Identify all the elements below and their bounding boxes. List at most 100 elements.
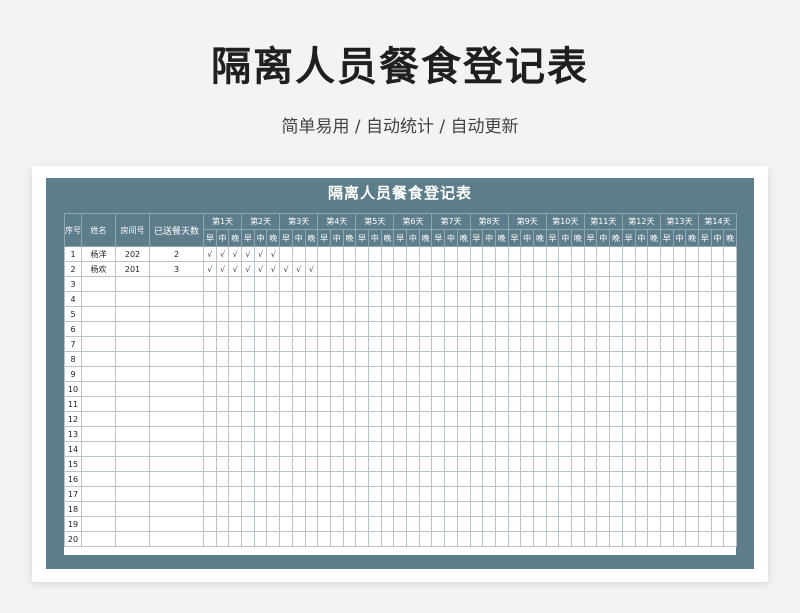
- cell-meal[interactable]: [444, 531, 458, 547]
- cell-meal[interactable]: [355, 351, 369, 367]
- cell-meal[interactable]: [672, 276, 687, 292]
- cell-meal[interactable]: [596, 471, 611, 487]
- cell-meal[interactable]: [329, 411, 344, 427]
- cell-meal[interactable]: [571, 411, 585, 427]
- cell-meal[interactable]: [520, 396, 534, 412]
- cell-meal[interactable]: [672, 486, 687, 502]
- cell-meal[interactable]: [406, 336, 420, 352]
- cell-meal[interactable]: [558, 501, 573, 517]
- cell-meal[interactable]: [215, 486, 230, 502]
- cell-meal[interactable]: [279, 336, 293, 352]
- cell-meal[interactable]: [203, 531, 217, 547]
- cell-meal[interactable]: [329, 291, 344, 307]
- cell-meal[interactable]: [507, 276, 522, 292]
- cell-meal[interactable]: [697, 501, 712, 517]
- cell-meal[interactable]: [520, 261, 534, 277]
- cell-seq[interactable]: 3: [64, 276, 82, 292]
- cell-meal[interactable]: [507, 321, 522, 337]
- cell-meal[interactable]: [609, 321, 623, 337]
- cell-meal[interactable]: [710, 291, 725, 307]
- cell-meal[interactable]: [418, 276, 433, 292]
- cell-meal[interactable]: [406, 456, 420, 472]
- cell-meal[interactable]: [710, 321, 725, 337]
- cell-meal[interactable]: [723, 381, 738, 397]
- cell-meal[interactable]: [431, 276, 446, 292]
- cell-meal[interactable]: [342, 291, 357, 307]
- cell-meal[interactable]: [406, 396, 420, 412]
- cell-meal[interactable]: [418, 396, 433, 412]
- cell-meal[interactable]: [456, 336, 471, 352]
- cell-meal[interactable]: [621, 306, 636, 322]
- cell-meal[interactable]: [621, 291, 636, 307]
- cell-meal[interactable]: [533, 291, 547, 307]
- cell-meal[interactable]: [215, 276, 230, 292]
- cell-meal[interactable]: [342, 441, 357, 457]
- cell-meal[interactable]: [203, 351, 217, 367]
- cell-meal[interactable]: [291, 426, 306, 442]
- cell-meal[interactable]: [342, 531, 357, 547]
- cell-meal[interactable]: [418, 366, 433, 382]
- cell-meal[interactable]: [609, 276, 623, 292]
- cell-meal[interactable]: [215, 396, 230, 412]
- cell-meal[interactable]: [507, 291, 522, 307]
- cell-meal[interactable]: [533, 516, 547, 532]
- cell-meal[interactable]: [685, 396, 699, 412]
- cell-meal[interactable]: [304, 396, 319, 412]
- cell-meal[interactable]: [507, 426, 522, 442]
- cell-meal[interactable]: [253, 471, 268, 487]
- cell-meal[interactable]: [545, 291, 560, 307]
- cell-meal[interactable]: [634, 396, 649, 412]
- cell-days[interactable]: [149, 501, 204, 517]
- cell-meal[interactable]: [469, 366, 484, 382]
- cell-meal[interactable]: [355, 456, 369, 472]
- cell-meal[interactable]: [723, 336, 738, 352]
- cell-meal[interactable]: [203, 396, 217, 412]
- cell-meal[interactable]: [431, 501, 446, 517]
- cell-meal[interactable]: [647, 486, 661, 502]
- cell-meal[interactable]: [621, 441, 636, 457]
- cell-meal[interactable]: [609, 306, 623, 322]
- cell-meal[interactable]: [406, 261, 420, 277]
- cell-meal[interactable]: [469, 531, 484, 547]
- cell-meal[interactable]: [368, 396, 382, 412]
- cell-meal[interactable]: [571, 516, 585, 532]
- cell-meal[interactable]: [621, 381, 636, 397]
- cell-meal[interactable]: [545, 456, 560, 472]
- cell-meal[interactable]: [583, 261, 598, 277]
- cell-meal[interactable]: [647, 516, 661, 532]
- cell-meal[interactable]: [723, 426, 738, 442]
- cell-meal[interactable]: [647, 276, 661, 292]
- cell-meal[interactable]: [482, 456, 496, 472]
- cell-meal[interactable]: [494, 291, 509, 307]
- cell-meal[interactable]: [291, 321, 306, 337]
- cell-meal[interactable]: [241, 276, 255, 292]
- cell-meal[interactable]: [342, 471, 357, 487]
- cell-meal[interactable]: [253, 351, 268, 367]
- cell-meal[interactable]: [583, 351, 598, 367]
- cell-meal[interactable]: [393, 456, 408, 472]
- cell-meal[interactable]: [494, 336, 509, 352]
- cell-meal[interactable]: [571, 366, 585, 382]
- cell-meal[interactable]: [329, 306, 344, 322]
- cell-meal[interactable]: [291, 306, 306, 322]
- cell-meal[interactable]: [342, 336, 357, 352]
- cell-meal[interactable]: [507, 441, 522, 457]
- cell-meal[interactable]: [710, 456, 725, 472]
- cell-meal[interactable]: [266, 351, 281, 367]
- cell-meal[interactable]: [241, 396, 255, 412]
- cell-name[interactable]: [81, 306, 116, 322]
- cell-meal[interactable]: [710, 516, 725, 532]
- cell-meal[interactable]: [317, 366, 331, 382]
- cell-meal[interactable]: [406, 531, 420, 547]
- cell-meal[interactable]: [469, 441, 484, 457]
- cell-meal[interactable]: [583, 441, 598, 457]
- cell-meal[interactable]: [456, 366, 471, 382]
- cell-meal[interactable]: [520, 426, 534, 442]
- cell-meal[interactable]: [697, 456, 712, 472]
- cell-meal[interactable]: [418, 291, 433, 307]
- cell-meal[interactable]: [634, 351, 649, 367]
- cell-meal[interactable]: [710, 366, 725, 382]
- cell-meal[interactable]: √: [304, 261, 319, 277]
- cell-meal[interactable]: [342, 381, 357, 397]
- cell-meal[interactable]: [596, 426, 611, 442]
